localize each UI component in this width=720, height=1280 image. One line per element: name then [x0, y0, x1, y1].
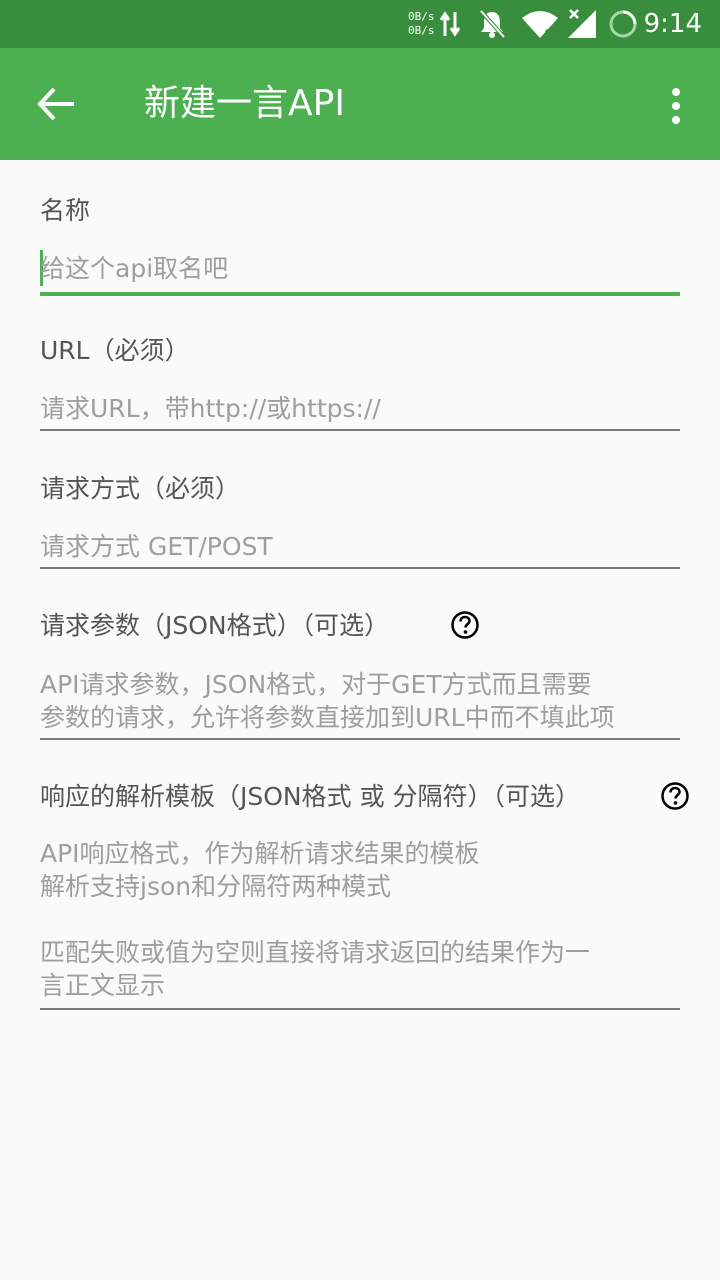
more-vert-icon[interactable]: [662, 86, 690, 126]
name-underline: [40, 292, 680, 296]
net-down-speed: 0B/s: [408, 24, 435, 37]
url-input[interactable]: 请求URL，带http://或https://: [40, 392, 680, 425]
clock: 9:14: [643, 9, 702, 39]
help-icon[interactable]: [450, 610, 480, 640]
template-placeholder-line-2: 解析支持json和分隔符两种模式: [40, 872, 392, 901]
params-input[interactable]: API请求参数，JSON格式，对于GET方式而且需要 参数的请求，允许将参数直接…: [40, 668, 680, 734]
params-label: 请求参数（JSON格式）（可选）: [40, 611, 390, 640]
method-underline: [40, 567, 680, 569]
arrow-left-icon[interactable]: [36, 86, 76, 122]
method-label: 请求方式（必须）: [40, 474, 241, 503]
network-speed: 0B/s 0B/s: [408, 10, 435, 38]
method-field: 请求方式（必须） 请求方式 GET/POST: [40, 470, 680, 580]
cell-signal-icon: [568, 9, 596, 38]
name-field: 名称 给这个api取名吧: [40, 192, 680, 302]
params-field: 请求参数（JSON格式）（可选） API请求参数，JSON格式，对于GET方式而…: [40, 607, 680, 747]
page-title: 新建一言API: [144, 83, 345, 124]
params-placeholder-line-1: API请求参数，JSON格式，对于GET方式而且需要: [40, 670, 592, 699]
help-icon[interactable]: [660, 781, 690, 811]
template-field: 响应的解析模板（JSON格式 或 分隔符）（可选） API响应格式，作为解析请求…: [40, 778, 689, 1018]
app-bar: 新建一言API: [0, 48, 720, 160]
params-placeholder-line-2: 参数的请求，允许将参数直接加到URL中而不填此项: [40, 703, 615, 732]
params-underline: [40, 738, 680, 740]
template-placeholder-blank: [40, 903, 680, 936]
template-placeholder-line-4: 言正文显示: [40, 971, 166, 1000]
url-label: URL（必须）: [40, 336, 190, 365]
template-label: 响应的解析模板（JSON格式 或 分隔符）（可选）: [40, 782, 581, 811]
template-underline: [40, 1008, 680, 1010]
notifications-off-icon: [479, 9, 506, 39]
wifi-icon: [522, 11, 558, 40]
net-up-speed: 0B/s: [408, 10, 435, 23]
template-placeholder-line-3: 匹配失败或值为空则直接将请求返回的结果作为一: [40, 938, 591, 967]
template-placeholder-line-1: API响应格式，作为解析请求结果的模板: [40, 839, 480, 868]
name-input[interactable]: 给这个api取名吧: [40, 252, 680, 285]
status-bar: 0B/s 0B/s 9:14: [0, 0, 720, 48]
method-input[interactable]: 请求方式 GET/POST: [40, 530, 680, 563]
data-transfer-icon: [440, 11, 460, 37]
battery-icon: [609, 10, 637, 38]
url-field: URL（必须） 请求URL，带http://或https://: [40, 332, 680, 442]
url-underline: [40, 429, 680, 431]
template-input[interactable]: API响应格式，作为解析请求结果的模板 解析支持json和分隔符两种模式 匹配失…: [40, 837, 680, 1002]
name-label: 名称: [40, 196, 91, 225]
